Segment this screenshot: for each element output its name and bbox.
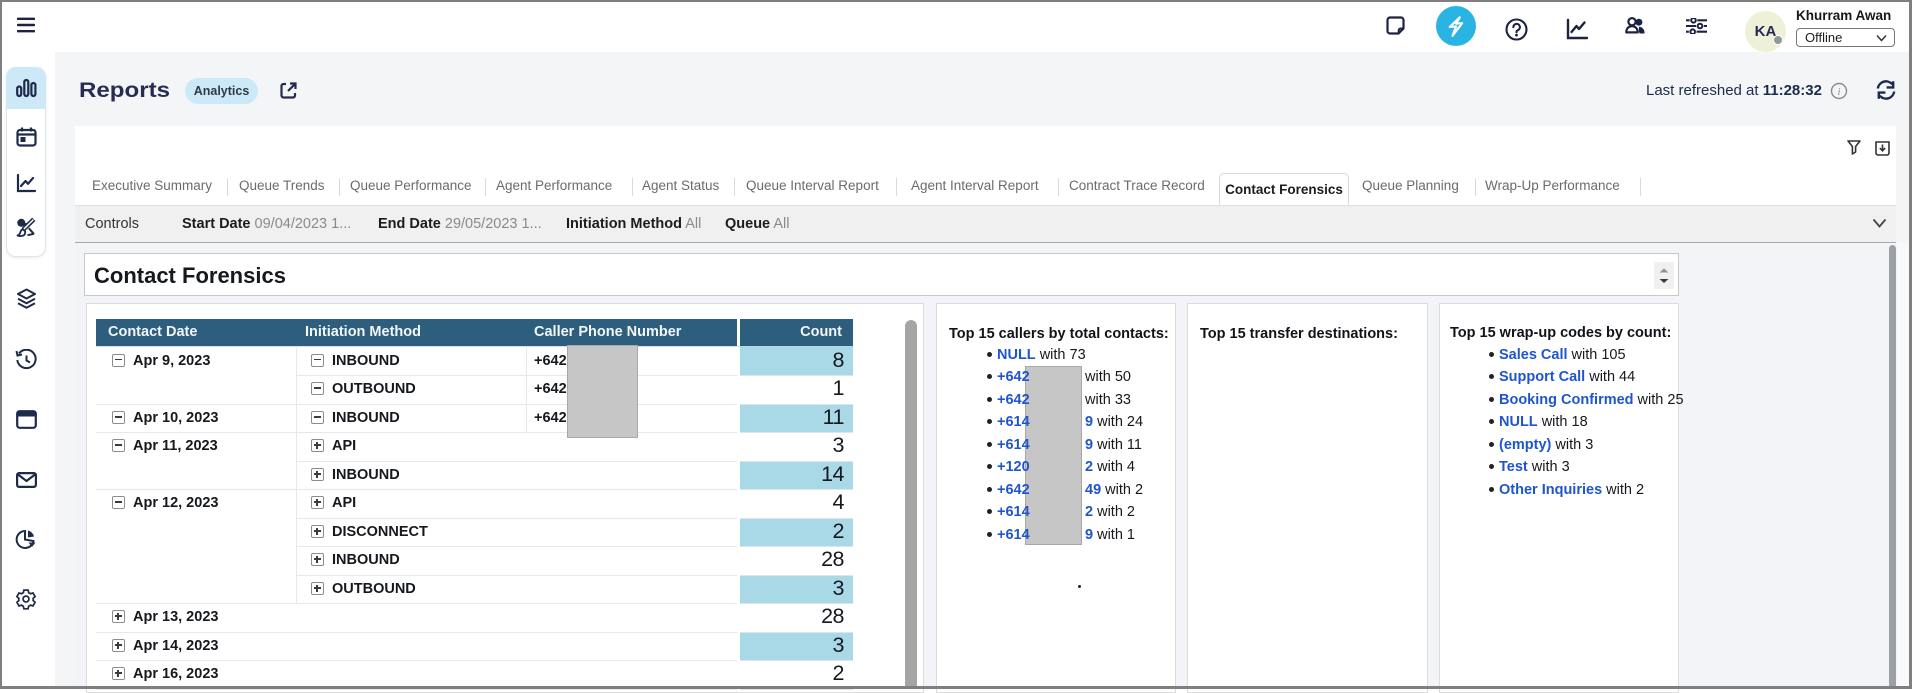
svg-text:i: i	[1838, 87, 1841, 98]
